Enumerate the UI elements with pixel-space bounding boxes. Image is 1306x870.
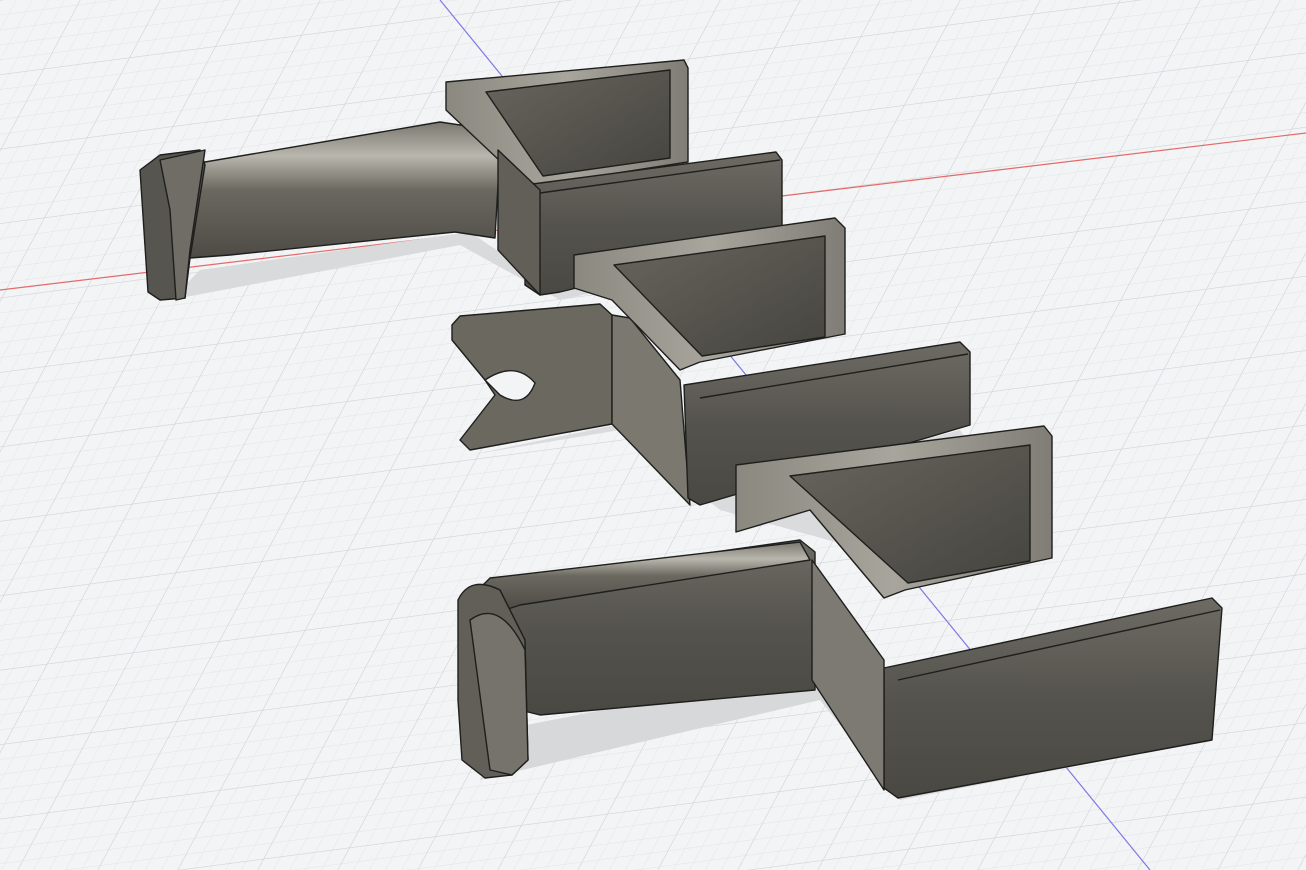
scene-canvas[interactable] [0,0,1306,870]
3d-viewport[interactable] [0,0,1306,870]
